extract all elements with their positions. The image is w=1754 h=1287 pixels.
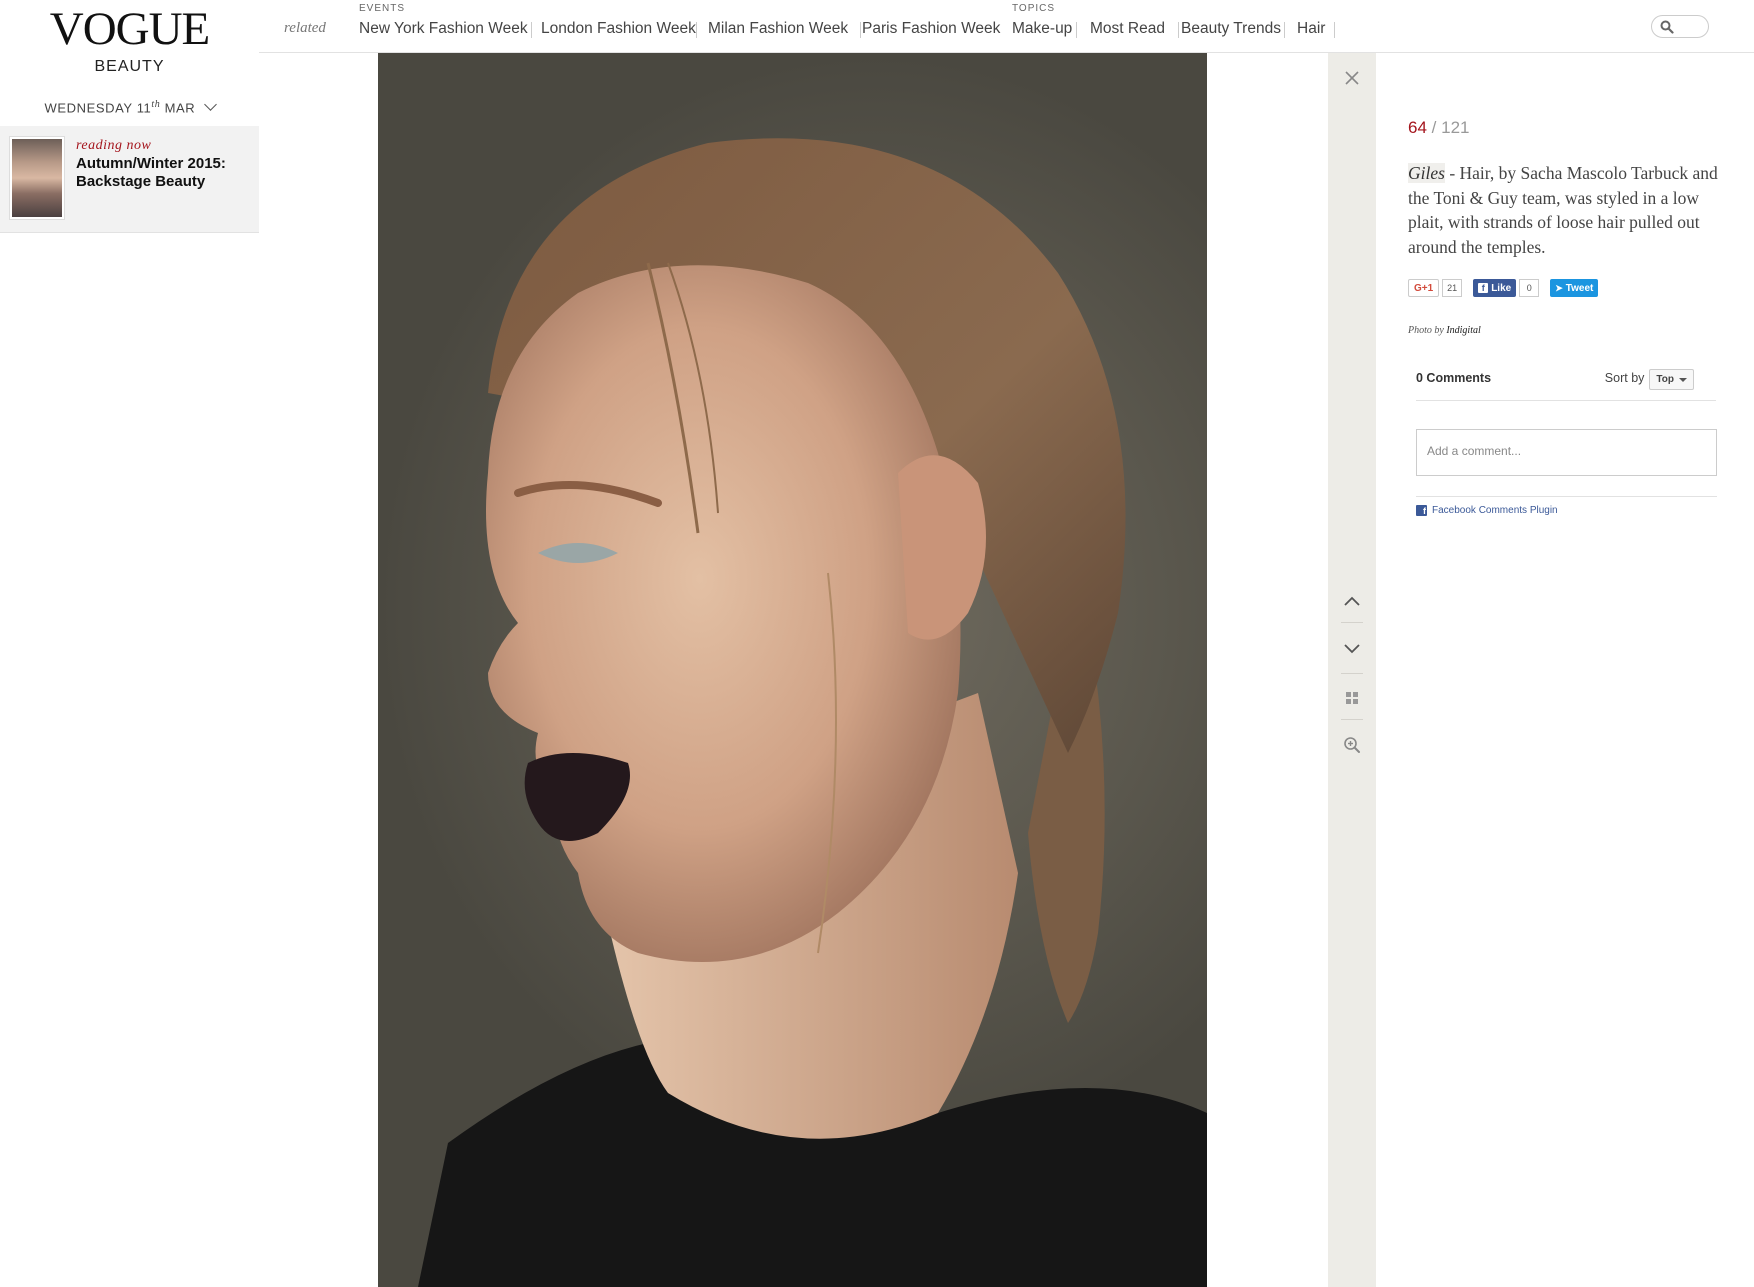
plugin-label: Facebook Comments Plugin xyxy=(1432,505,1558,516)
date-weekday: WEDNESDAY xyxy=(44,100,133,116)
facebook-comments-plugin-link[interactable]: f Facebook Comments Plugin xyxy=(1416,505,1558,516)
nav-divider xyxy=(1178,22,1179,38)
reading-now-title[interactable]: Autumn/Winter 2015: Backstage Beauty xyxy=(76,155,251,191)
top-nav: related EVENTS New York Fashion Week Lon… xyxy=(259,0,1754,53)
tweet-button[interactable]: ➤ Tweet xyxy=(1550,279,1599,297)
designer-link[interactable]: Giles xyxy=(1408,163,1445,183)
reading-now-card[interactable]: reading now Autumn/Winter 2015: Backstag… xyxy=(0,126,259,233)
nav-link-most-read[interactable]: Most Read xyxy=(1090,20,1165,38)
portrait-illustration xyxy=(418,138,1207,1287)
credit-label: Photo by xyxy=(1408,325,1444,336)
facebook-icon: f xyxy=(1416,505,1427,516)
search-input[interactable] xyxy=(1651,15,1709,38)
related-label: related xyxy=(284,20,326,36)
nav-divider xyxy=(1076,22,1077,38)
caret-down-icon xyxy=(1679,377,1687,382)
reading-now-thumbnail[interactable] xyxy=(9,136,65,220)
thumbnail-image xyxy=(12,139,62,217)
arrow-down-icon xyxy=(1344,644,1360,654)
nav-link-new-york-fashion-week[interactable]: New York Fashion Week xyxy=(359,20,528,38)
close-icon xyxy=(1345,71,1359,85)
sort-control: Sort by Top xyxy=(1604,369,1694,390)
next-image-button[interactable] xyxy=(1328,629,1376,667)
facebook-icon: f xyxy=(1478,283,1489,293)
google-plus-count: 21 xyxy=(1442,279,1463,297)
comments-count: 0 Comments xyxy=(1416,371,1492,385)
nav-divider xyxy=(860,22,861,38)
tweet-label: Tweet xyxy=(1565,282,1594,294)
nav-link-london-fashion-week[interactable]: London Fashion Week xyxy=(541,20,696,38)
gallery-counter: 64 / 121 xyxy=(1408,118,1470,138)
grid-icon xyxy=(1346,692,1358,704)
rail-divider xyxy=(1341,673,1363,674)
chevron-down-icon[interactable] xyxy=(203,98,217,112)
date-selector[interactable]: WEDNESDAY 11th MAR xyxy=(0,98,259,116)
sort-dropdown[interactable]: Top xyxy=(1649,369,1694,390)
nav-divider xyxy=(531,22,532,38)
nav-link-paris-fashion-week[interactable]: Paris Fashion Week xyxy=(862,20,1000,38)
photo-caption: Giles - Hair, by Sacha Mascolo Tarbuck a… xyxy=(1408,161,1724,259)
rail-divider xyxy=(1341,622,1363,623)
nav-link-milan-fashion-week[interactable]: Milan Fashion Week xyxy=(708,20,848,38)
nav-link-hair[interactable]: Hair xyxy=(1297,20,1325,38)
facebook-like-count: 0 xyxy=(1519,279,1540,297)
comments-header: 0 Comments Sort by Top xyxy=(1416,369,1716,401)
facebook-like-button[interactable]: f Like xyxy=(1473,279,1517,297)
nav-divider xyxy=(1284,22,1285,38)
nav-divider xyxy=(696,22,697,38)
twitter-bird-icon: ➤ xyxy=(1555,282,1563,293)
left-sidebar: VOGUE BEAUTY WEDNESDAY 11th MAR reading … xyxy=(0,0,259,1287)
rail-divider xyxy=(1341,719,1363,720)
facebook-like-label: Like xyxy=(1491,282,1512,294)
date-day: 11 xyxy=(136,100,152,116)
credit-name[interactable]: Indigital xyxy=(1446,325,1480,336)
section-title[interactable]: BEAUTY xyxy=(0,58,259,76)
photo-credit: Photo by Indigital xyxy=(1408,325,1481,336)
zoom-button[interactable] xyxy=(1328,727,1376,763)
sort-value: Top xyxy=(1656,374,1674,385)
social-share-bar: G+1 21 f Like 0 ➤ Tweet xyxy=(1408,278,1599,298)
zoom-in-icon xyxy=(1344,737,1360,753)
nav-divider xyxy=(1334,22,1335,38)
gallery-control-rail xyxy=(1328,53,1376,1287)
google-plus-button[interactable]: G+1 xyxy=(1408,279,1440,297)
previous-image-button[interactable] xyxy=(1328,583,1376,619)
nav-link-make-up[interactable]: Make-up xyxy=(1012,20,1072,38)
caption-dash: - xyxy=(1444,163,1460,183)
current-index: 64 xyxy=(1408,118,1427,137)
comment-input[interactable]: Add a comment... xyxy=(1416,429,1717,476)
comments-divider xyxy=(1416,496,1717,497)
gallery-photo[interactable] xyxy=(378,53,1207,1287)
date-suffix: th xyxy=(151,99,161,110)
date-month: MAR xyxy=(164,100,196,116)
vogue-logo[interactable]: VOGUE xyxy=(0,2,259,56)
nav-link-beauty-trends[interactable]: Beauty Trends xyxy=(1181,20,1281,38)
close-button[interactable] xyxy=(1328,64,1376,92)
total-count: 121 xyxy=(1441,118,1470,137)
sort-label: Sort by xyxy=(1604,371,1645,385)
thumbnail-grid-button[interactable] xyxy=(1328,681,1376,715)
arrow-up-icon xyxy=(1344,596,1360,606)
reading-now-label: reading now xyxy=(76,138,152,153)
topics-label: TOPICS xyxy=(1012,3,1056,14)
events-label: EVENTS xyxy=(359,3,406,14)
counter-separator: / xyxy=(1431,118,1437,137)
search-icon xyxy=(1660,20,1674,34)
